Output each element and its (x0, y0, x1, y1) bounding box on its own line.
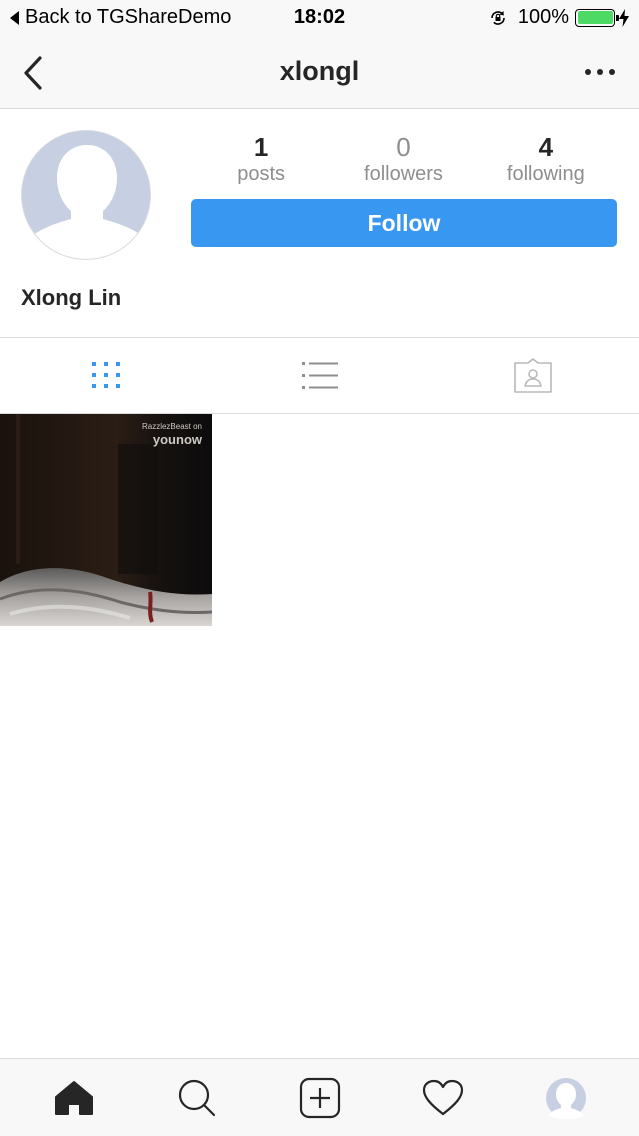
status-indicators: 100% (488, 6, 629, 29)
follow-button[interactable]: Follow (191, 199, 617, 247)
profile-view-tabs (0, 338, 639, 414)
stat-posts[interactable]: 1 posts (191, 132, 331, 186)
search-icon (178, 1079, 215, 1116)
post-thumbnail[interactable]: RazzlezBeast on younow (0, 414, 212, 626)
grid-view-icon (91, 361, 120, 388)
watermark-brand: younow (152, 432, 202, 447)
tab-list-view[interactable] (213, 338, 426, 413)
list-view-icon (301, 361, 338, 389)
activity-heart-icon (422, 1079, 463, 1115)
add-post-icon (299, 1077, 340, 1118)
stat-label: followers (364, 163, 443, 185)
status-bar: Back to TGShareDemo 18:02 100% (0, 0, 639, 36)
watermark-small: RazzlezBeast on (141, 422, 202, 431)
add-post-tab[interactable] (298, 1076, 342, 1120)
profile-avatar-icon (545, 1077, 586, 1119)
home-icon (54, 1080, 93, 1115)
tagged-photos-icon (513, 357, 552, 393)
bottom-tab-bar (0, 1058, 639, 1136)
profile-full-name: Xlong Lin (21, 285, 122, 310)
photo-watermark: RazzlezBeast on younow (142, 422, 202, 447)
stat-value: 0 (396, 132, 411, 162)
profile-header: 1 posts 0 followers 4 following Follow X… (0, 110, 639, 338)
activity-tab[interactable] (421, 1076, 465, 1120)
default-avatar-icon (22, 131, 150, 259)
stat-followers[interactable]: 0 followers (333, 132, 473, 186)
charging-bolt-icon (619, 8, 629, 27)
nav-bar: xlongl (0, 36, 639, 109)
stat-label: following (506, 163, 585, 185)
stat-value: 1 (253, 132, 269, 162)
home-tab[interactable] (52, 1076, 96, 1120)
tab-tagged[interactable] (426, 338, 639, 413)
stat-label: posts (237, 163, 286, 185)
page-title: xlongl (279, 56, 360, 86)
rotation-lock-icon (491, 10, 505, 25)
profile-tab[interactable] (544, 1076, 588, 1120)
stat-value: 4 (538, 132, 554, 162)
avatar[interactable] (21, 130, 151, 260)
profile-stats: 1 posts 0 followers 4 following (190, 132, 617, 186)
tab-grid-view[interactable] (0, 338, 213, 413)
stat-following[interactable]: 4 following (476, 132, 616, 186)
more-dots-icon[interactable] (585, 62, 615, 82)
battery-icon (575, 8, 619, 27)
search-tab[interactable] (175, 1076, 219, 1120)
battery-percent: 100% (517, 6, 569, 28)
